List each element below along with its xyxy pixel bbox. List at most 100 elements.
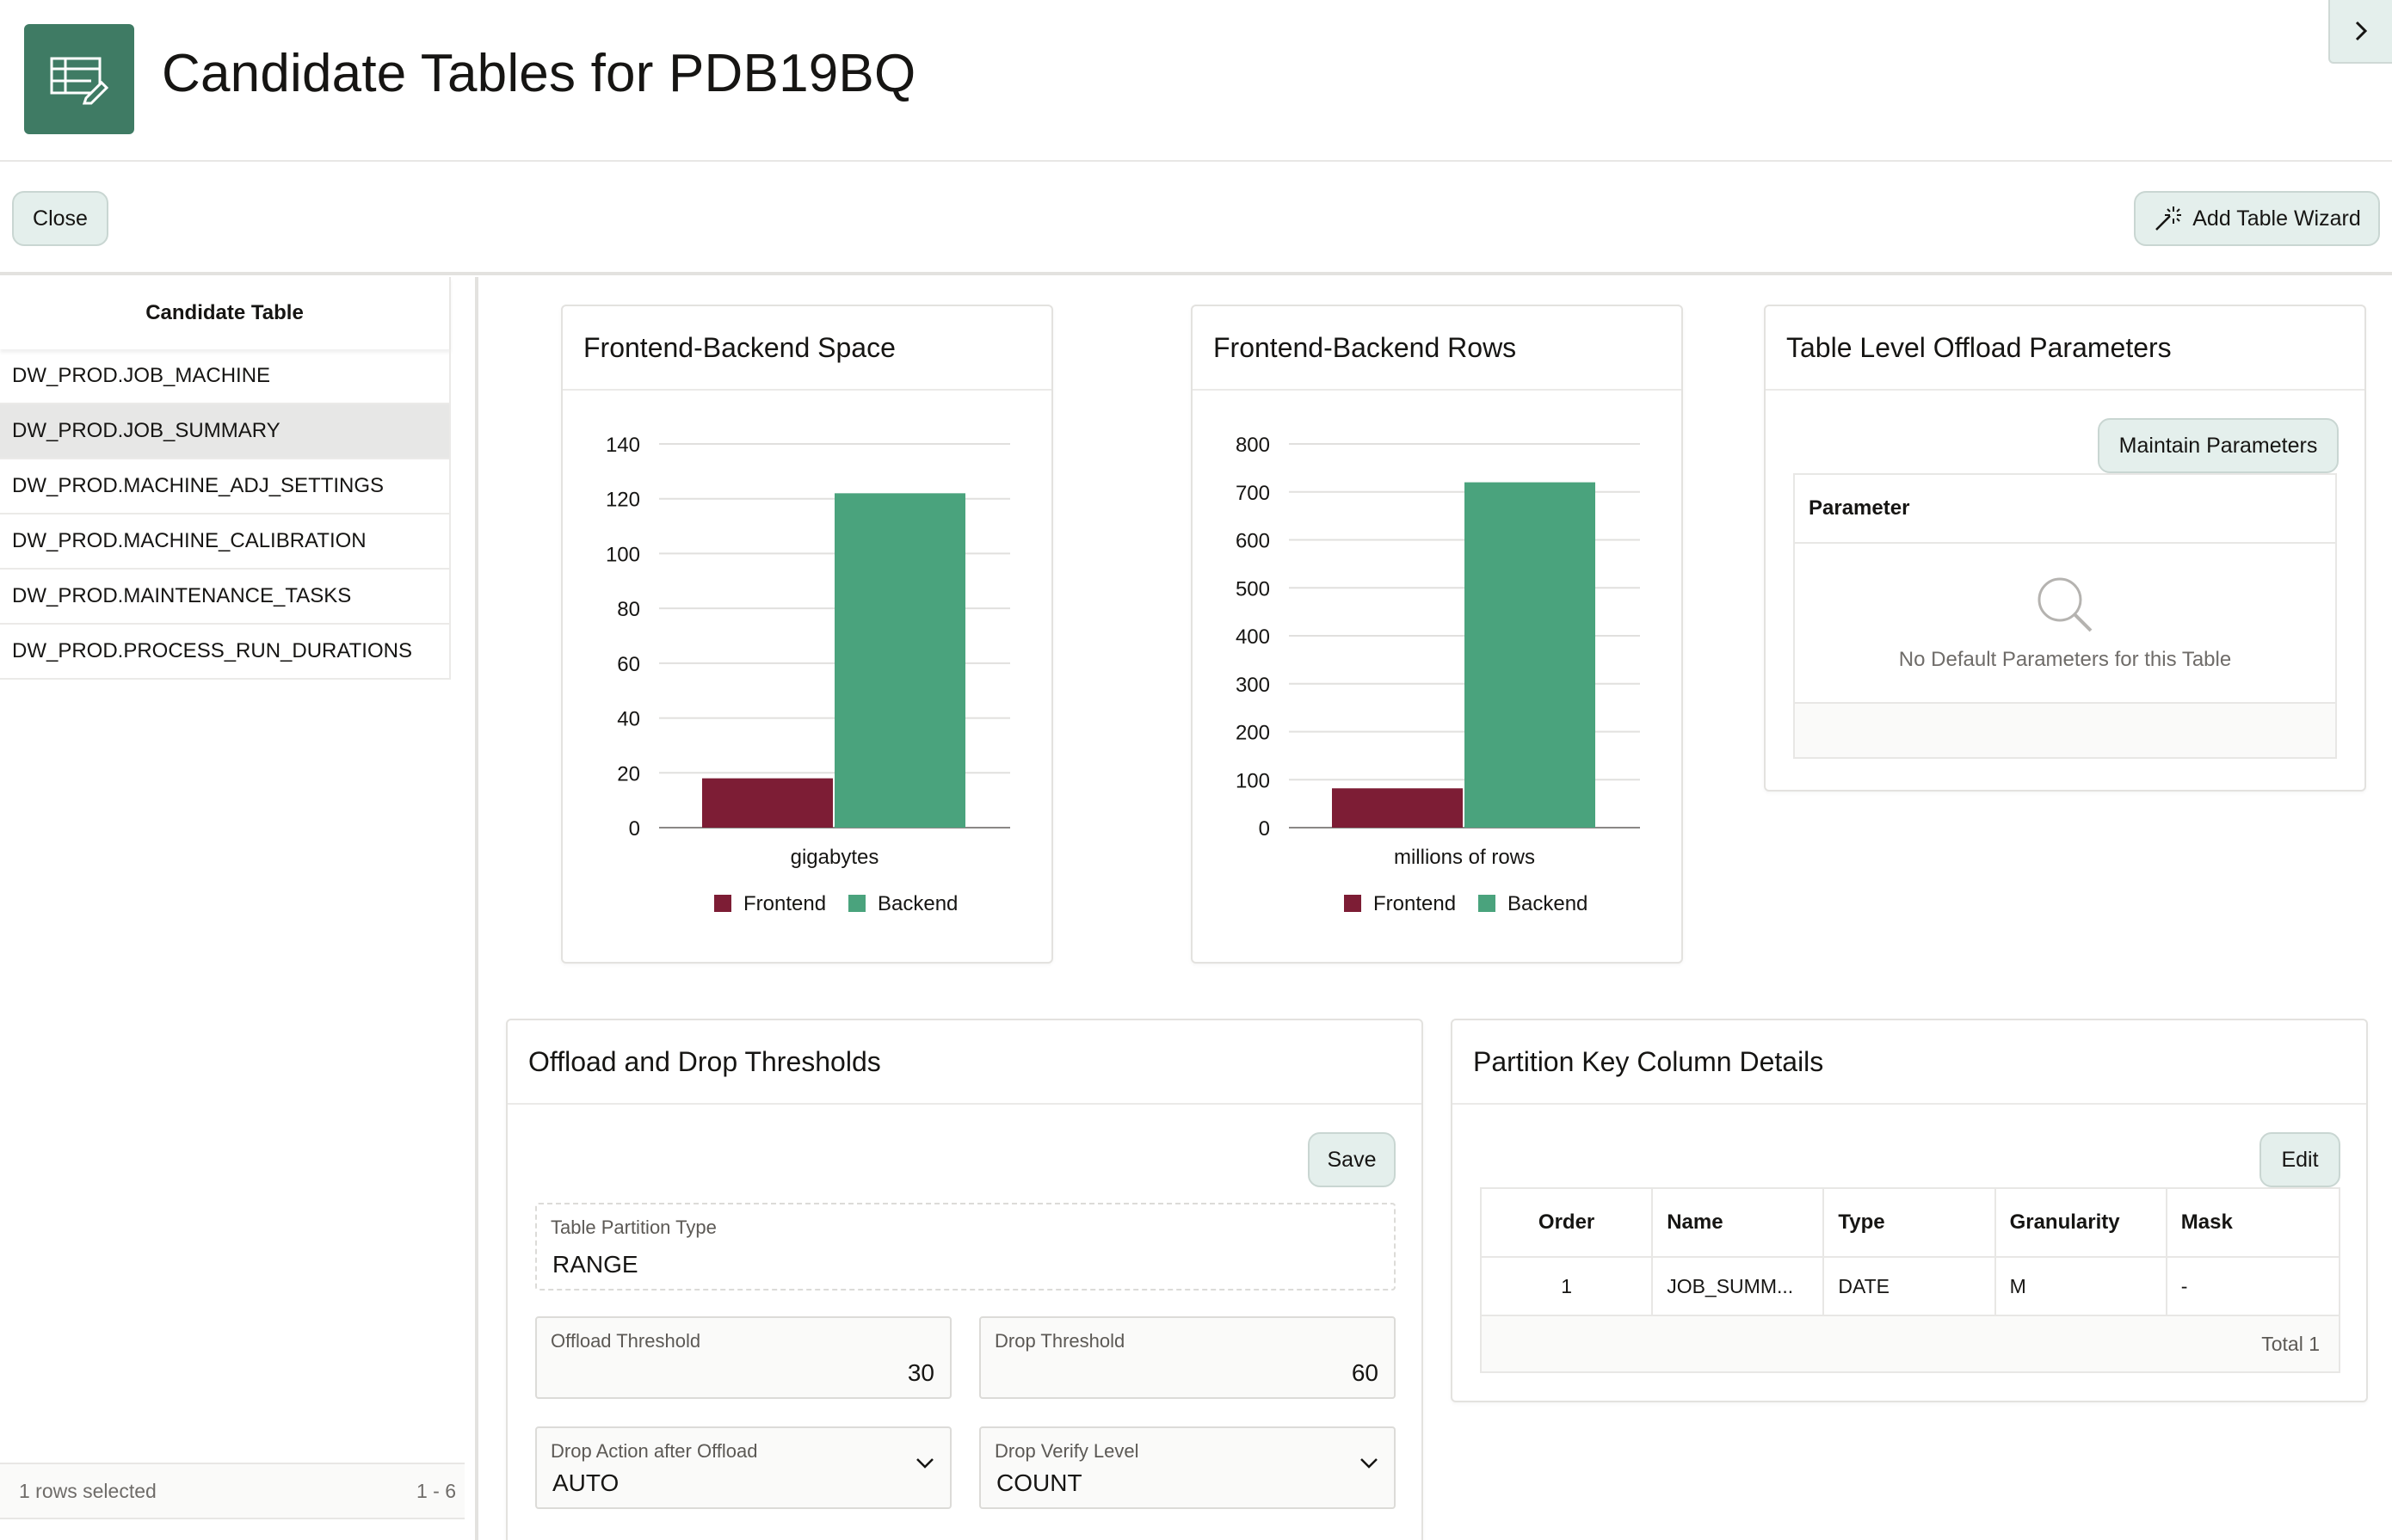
offload-threshold-field[interactable]: Offload Threshold 30 xyxy=(535,1316,952,1399)
y-tick-label: 300 xyxy=(1236,674,1270,697)
parameter-table: Parameter No Default Parameters for this… xyxy=(1793,473,2337,759)
column-header-type[interactable]: Type xyxy=(1823,1188,1996,1258)
cell-order: 1 xyxy=(1481,1257,1654,1316)
rows-chart-card: Frontend-Backend Rows 0 100 200 300 400 500 60… xyxy=(1191,305,1683,964)
legend-label-frontend[interactable]: Frontend xyxy=(743,892,826,915)
y-tick-label: 20 xyxy=(617,762,640,785)
candidate-table-footer: 1 rows selected 1 - 6 xyxy=(0,1463,465,1519)
drop-action-select[interactable]: Drop Action after Offload AUTO xyxy=(535,1426,952,1509)
candidate-table-name: DW_PROD.MACHINE_ADJ_SETTINGS xyxy=(12,474,385,497)
x-category-label: gigabytes xyxy=(791,846,879,869)
thresholds-title: Offload and Drop Thresholds xyxy=(508,1020,1421,1105)
candidate-table-row[interactable]: DW_PROD.MACHINE_ADJ_SETTINGS xyxy=(0,459,451,514)
candidate-table-row[interactable]: DW_PROD.JOB_MACHINE xyxy=(0,349,451,404)
page-header: Candidate Tables for PDB19BQ xyxy=(0,0,2392,162)
cell-granularity: M xyxy=(1994,1257,2167,1316)
bar-frontend[interactable] xyxy=(1332,788,1463,828)
space-chart-card: Frontend-Backend Space 0 20 40 60 80 100 120 14… xyxy=(561,305,1053,964)
candidate-table-panel: Candidate Table DW_PROD.JOB_MACHINE DW_P… xyxy=(0,277,478,1540)
add-table-wizard-button[interactable]: Add Table Wizard xyxy=(2134,191,2380,246)
table-row[interactable]: 1 JOB_SUMM... DATE M - xyxy=(1481,1257,2341,1316)
save-button[interactable]: Save xyxy=(1308,1132,1396,1187)
column-header-order[interactable]: Order xyxy=(1481,1188,1654,1258)
y-tick-label: 200 xyxy=(1236,722,1270,745)
close-button[interactable]: Close xyxy=(12,191,108,246)
candidate-table-name: DW_PROD.MAINTENANCE_TASKS xyxy=(12,584,352,607)
legend-swatch-backend xyxy=(848,895,866,912)
edit-button[interactable]: Edit xyxy=(2259,1132,2340,1187)
cell-mask: - xyxy=(2166,1257,2341,1316)
rows-selected-count: 1 rows selected xyxy=(19,1479,157,1502)
drop-verify-select[interactable]: Drop Verify Level COUNT xyxy=(979,1426,1396,1509)
bar-backend[interactable] xyxy=(835,493,965,828)
parameter-table-footer xyxy=(1795,704,2335,757)
rows-chart-title: Frontend-Backend Rows xyxy=(1193,306,1681,391)
legend-label-frontend[interactable]: Frontend xyxy=(1373,892,1456,915)
space-bar-chart: 0 20 40 60 80 100 120 140 gigabytes Frontend Backe… xyxy=(606,434,1010,915)
legend-swatch-backend xyxy=(1478,895,1495,912)
rows-bar-chart: 0 100 200 300 400 500 600 700 800 millions of row… xyxy=(1236,434,1640,915)
offload-threshold-value[interactable]: 30 xyxy=(908,1359,934,1387)
maintain-parameters-label: Maintain Parameters xyxy=(2118,433,2318,458)
candidate-table-row[interactable]: DW_PROD.PROCESS_RUN_DURATIONS xyxy=(0,625,451,680)
column-header-name[interactable]: Name xyxy=(1652,1188,1825,1258)
cell-name: JOB_SUMM... xyxy=(1652,1257,1825,1316)
column-header-mask[interactable]: Mask xyxy=(2166,1188,2341,1258)
collapse-panel-button[interactable] xyxy=(2328,0,2392,64)
legend-swatch-frontend xyxy=(1344,895,1361,912)
parameter-column-header: Parameter xyxy=(1795,475,2335,544)
cell-type: DATE xyxy=(1823,1257,1996,1316)
candidate-table-row[interactable]: DW_PROD.MAINTENANCE_TASKS xyxy=(0,570,451,625)
parameter-empty-state: No Default Parameters for this Table xyxy=(1795,544,2335,704)
close-button-label: Close xyxy=(33,206,88,231)
partition-type-value: RANGE xyxy=(552,1251,638,1278)
y-tick-label: 60 xyxy=(617,653,640,676)
add-table-wizard-label: Add Table Wizard xyxy=(2192,206,2361,231)
y-tick-label: 100 xyxy=(606,543,640,566)
column-header-granularity[interactable]: Granularity xyxy=(1994,1188,2167,1258)
toolbar: Close Add Table Wizard xyxy=(0,163,2392,275)
magic-wand-icon xyxy=(2155,206,2182,231)
maintain-parameters-button[interactable]: Maintain Parameters xyxy=(2098,418,2339,473)
chevron-right-icon xyxy=(2355,21,2368,41)
candidate-table-name: DW_PROD.MACHINE_CALIBRATION xyxy=(12,529,367,552)
table-edit-icon xyxy=(24,24,134,134)
total-count: Total 1 xyxy=(2261,1332,2320,1355)
candidate-table-name: DW_PROD.JOB_SUMMARY xyxy=(12,419,281,442)
y-tick-label: 0 xyxy=(1259,817,1270,841)
candidate-table-row-selected[interactable]: DW_PROD.JOB_SUMMARY xyxy=(0,404,451,459)
search-icon xyxy=(2038,577,2093,632)
candidate-table-row[interactable]: DW_PROD.MACHINE_CALIBRATION xyxy=(0,514,451,570)
drop-threshold-value[interactable]: 60 xyxy=(1352,1359,1378,1387)
legend-swatch-frontend xyxy=(714,895,731,912)
drop-action-value: AUTO xyxy=(552,1469,620,1496)
drop-threshold-field[interactable]: Drop Threshold 60 xyxy=(979,1316,1396,1399)
y-tick-label: 120 xyxy=(606,489,640,512)
y-tick-label: 100 xyxy=(1236,769,1270,792)
bar-backend[interactable] xyxy=(1464,482,1595,828)
table-header-row: Order Name Type Granularity Mask xyxy=(1481,1188,2341,1258)
bar-frontend[interactable] xyxy=(702,778,833,828)
drop-threshold-label: Drop Threshold xyxy=(995,1330,1125,1352)
partition-key-footer: Total 1 xyxy=(1480,1316,2340,1373)
y-tick-label: 600 xyxy=(1236,530,1270,553)
partition-key-card: Partition Key Column Details Edit Order … xyxy=(1451,1019,2368,1402)
legend-label-backend[interactable]: Backend xyxy=(1507,892,1587,915)
y-tick-label: 800 xyxy=(1236,434,1270,457)
candidate-table-name: DW_PROD.JOB_MACHINE xyxy=(12,364,271,387)
thresholds-card: Offload and Drop Thresholds Save Table P… xyxy=(506,1019,1423,1540)
candidate-table-name: DW_PROD.PROCESS_RUN_DURATIONS xyxy=(12,639,412,662)
y-tick-label: 700 xyxy=(1236,482,1270,505)
space-chart-title: Frontend-Backend Space xyxy=(563,306,1051,391)
edit-button-label: Edit xyxy=(2281,1147,2319,1172)
page-title: Candidate Tables for PDB19BQ xyxy=(162,44,916,103)
candidate-table-header: Candidate Table xyxy=(0,277,451,349)
partition-type-field: Table Partition Type RANGE xyxy=(535,1203,1396,1291)
legend-label-backend[interactable]: Backend xyxy=(878,892,958,915)
partition-key-title: Partition Key Column Details xyxy=(1452,1020,2366,1105)
chevron-down-icon xyxy=(1360,1458,1378,1469)
no-parameters-message: No Default Parameters for this Table xyxy=(1898,648,2232,671)
drop-verify-value: COUNT xyxy=(996,1469,1082,1496)
offload-threshold-label: Offload Threshold xyxy=(551,1330,701,1352)
drop-verify-label: Drop Verify Level xyxy=(995,1440,1139,1462)
